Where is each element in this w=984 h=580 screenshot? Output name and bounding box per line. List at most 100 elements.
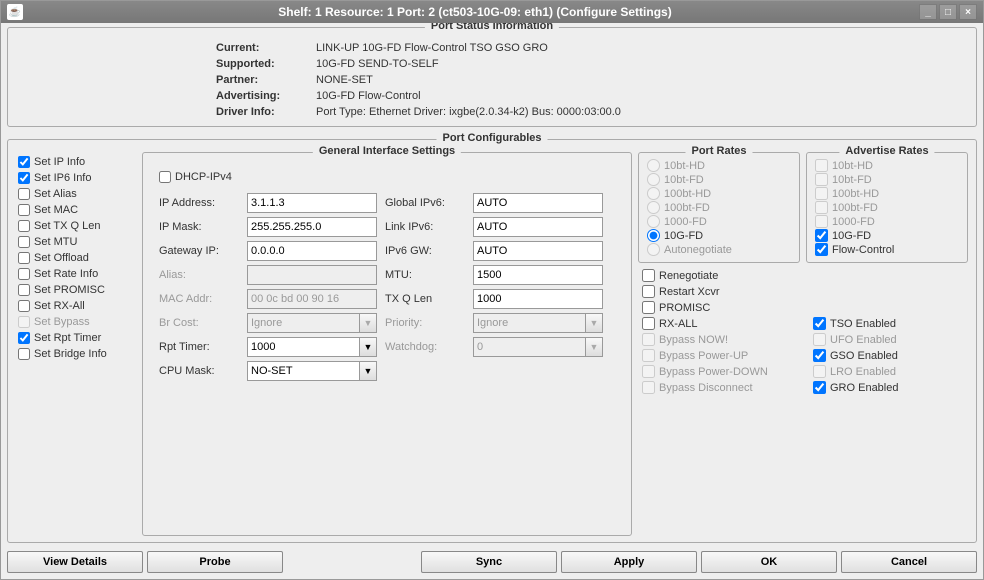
set-rate-checkbox[interactable]: Set Rate Info [18, 268, 134, 280]
advertise-rates-title: Advertise Rates [839, 145, 934, 157]
brcost-dropdown: ▼ [359, 313, 377, 333]
set-txq-checkbox[interactable]: Set TX Q Len [18, 220, 134, 232]
rate-10bt-fd-radio: 10bt-FD [647, 173, 791, 186]
set-mtu-checkbox[interactable]: Set MTU [18, 236, 134, 248]
window: ☕ Shelf: 1 Resource: 1 Port: 2 (ct503-10… [0, 0, 984, 580]
adv-10g-fd-checkbox[interactable]: 10G-FD [815, 229, 959, 242]
renegotiate-checkbox[interactable]: Renegotiate [642, 269, 793, 282]
bypass-now-checkbox: Bypass NOW! [642, 333, 793, 346]
general-interface-settings-panel: General Interface Settings DHCP-IPv4 IP … [142, 152, 632, 536]
alias-input [247, 265, 377, 285]
button-bar: View Details Probe Sync Apply OK Cancel [1, 547, 983, 579]
adv-10bt-hd-checkbox: 10bt-HD [815, 159, 959, 172]
cpu-mask-dropdown[interactable]: ▼ [359, 361, 377, 381]
brcost-label: Br Cost: [159, 317, 239, 329]
set-ip6-info-checkbox[interactable]: Set IP6 Info [18, 172, 134, 184]
current-label: Current: [216, 42, 306, 54]
rate-100bt-hd-radio: 100bt-HD [647, 187, 791, 200]
rate-10g-fd-radio[interactable]: 10G-FD [647, 229, 791, 242]
view-details-button[interactable]: View Details [7, 551, 143, 573]
rate-100bt-fd-radio: 100bt-FD [647, 201, 791, 214]
port-configurables-panel: Port Configurables Set IP Info Set IP6 I… [7, 139, 977, 543]
rpt-timer-input[interactable] [247, 337, 359, 357]
port-status-title: Port Status Information [425, 23, 559, 32]
ipv6-gw-label: IPv6 GW: [385, 245, 465, 257]
adv-100bt-fd-checkbox: 100bt-FD [815, 201, 959, 214]
set-ip-info-checkbox[interactable]: Set IP Info [18, 156, 134, 168]
rx-all-checkbox[interactable]: RX-ALL [642, 317, 793, 330]
rpt-timer-dropdown[interactable]: ▼ [359, 337, 377, 357]
set-mac-checkbox[interactable]: Set MAC [18, 204, 134, 216]
sync-button[interactable]: Sync [421, 551, 557, 573]
set-rpt-checkbox[interactable]: Set Rpt Timer [18, 332, 134, 344]
alias-label: Alias: [159, 269, 239, 281]
lro-enabled-checkbox: LRO Enabled [813, 365, 964, 378]
minimize-button[interactable]: _ [919, 4, 937, 20]
mac-input [247, 289, 377, 309]
link-ipv6-input[interactable] [473, 217, 603, 237]
close-button[interactable]: × [959, 4, 977, 20]
txq-label: TX Q Len [385, 293, 465, 305]
set-options-column: Set IP Info Set IP6 Info Set Alias Set M… [16, 152, 136, 536]
content-area: Port Status Information Current: LINK-UP… [1, 23, 983, 547]
supported-label: Supported: [216, 58, 306, 70]
cancel-button[interactable]: Cancel [841, 551, 977, 573]
global-ipv6-input[interactable] [473, 193, 603, 213]
set-alias-checkbox[interactable]: Set Alias [18, 188, 134, 200]
gro-enabled-checkbox[interactable]: GRO Enabled [813, 381, 964, 394]
ip-mask-label: IP Mask: [159, 221, 239, 233]
maximize-button[interactable]: □ [939, 4, 957, 20]
txq-input[interactable] [473, 289, 603, 309]
ip-address-label: IP Address: [159, 197, 239, 209]
gateway-ip-input[interactable] [247, 241, 377, 261]
priority-dropdown: ▼ [585, 313, 603, 333]
partner-value: NONE-SET [316, 74, 968, 86]
adv-100bt-hd-checkbox: 100bt-HD [815, 187, 959, 200]
adv-1000-fd-checkbox: 1000-FD [815, 215, 959, 228]
supported-value: 10G-FD SEND-TO-SELF [316, 58, 968, 70]
adv-10bt-fd-checkbox: 10bt-FD [815, 173, 959, 186]
set-promisc-checkbox[interactable]: Set PROMISC [18, 284, 134, 296]
brcost-input [247, 313, 359, 333]
link-ipv6-label: Link IPv6: [385, 221, 465, 233]
adv-flow-control-checkbox[interactable]: Flow-Control [815, 243, 959, 256]
window-title: Shelf: 1 Resource: 1 Port: 2 (ct503-10G-… [31, 5, 919, 19]
current-value: LINK-UP 10G-FD Flow-Control TSO GSO GRO [316, 42, 968, 54]
ip-mask-input[interactable] [247, 217, 377, 237]
priority-input [473, 313, 585, 333]
driverinfo-label: Driver Info: [216, 106, 306, 118]
global-ipv6-label: Global IPv6: [385, 197, 465, 209]
set-offload-checkbox[interactable]: Set Offload [18, 252, 134, 264]
set-bridge-checkbox[interactable]: Set Bridge Info [18, 348, 134, 360]
cpu-mask-input[interactable] [247, 361, 359, 381]
apply-button[interactable]: Apply [561, 551, 697, 573]
watchdog-dropdown: ▼ [585, 337, 603, 357]
misc-checks: Renegotiate Restart Xcvr PROMISC RX-ALL … [638, 267, 968, 396]
port-configurables-title: Port Configurables [436, 132, 547, 144]
advertising-value: 10G-FD Flow-Control [316, 90, 968, 102]
ok-button[interactable]: OK [701, 551, 837, 573]
rate-10bt-hd-radio: 10bt-HD [647, 159, 791, 172]
probe-button[interactable]: Probe [147, 551, 283, 573]
tso-enabled-checkbox[interactable]: TSO Enabled [813, 317, 964, 330]
cpu-mask-label: CPU Mask: [159, 365, 239, 377]
advertise-rates-panel: Advertise Rates 10bt-HD 10bt-FD 100bt-HD… [806, 152, 968, 263]
restart-xcvr-checkbox[interactable]: Restart Xcvr [642, 285, 793, 298]
port-status-panel: Port Status Information Current: LINK-UP… [7, 27, 977, 127]
rpt-timer-label: Rpt Timer: [159, 341, 239, 353]
mtu-input[interactable] [473, 265, 603, 285]
bypass-disconnect-checkbox: Bypass Disconnect [642, 381, 793, 394]
watchdog-label: Watchdog: [385, 341, 465, 353]
mac-label: MAC Addr: [159, 293, 239, 305]
rate-1000-fd-radio: 1000-FD [647, 215, 791, 228]
mtu-label: MTU: [385, 269, 465, 281]
set-rxall-checkbox[interactable]: Set RX-All [18, 300, 134, 312]
gso-enabled-checkbox[interactable]: GSO Enabled [813, 349, 964, 362]
ipv6-gw-input[interactable] [473, 241, 603, 261]
ip-address-input[interactable] [247, 193, 377, 213]
bypass-power-up-checkbox: Bypass Power-UP [642, 349, 793, 362]
gateway-ip-label: Gateway IP: [159, 245, 239, 257]
dhcp-ipv4-checkbox[interactable]: DHCP-IPv4 [159, 171, 603, 183]
rate-autoneg-radio: Autonegotiate [647, 243, 791, 256]
promisc-checkbox[interactable]: PROMISC [642, 301, 793, 314]
